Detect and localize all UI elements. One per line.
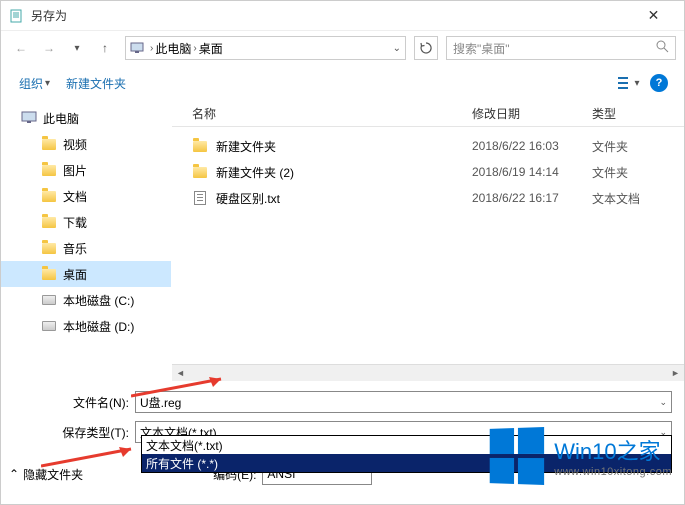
folder-icon xyxy=(41,266,57,282)
filename-label: 文件名(N): xyxy=(13,394,135,411)
sidebar-label: 文档 xyxy=(63,188,87,205)
scroll-right-icon[interactable]: ► xyxy=(667,365,684,382)
sidebar-label: 音乐 xyxy=(63,240,87,257)
folder-icon xyxy=(41,240,57,256)
folder-icon xyxy=(192,138,208,154)
search-placeholder: 搜索"桌面" xyxy=(453,40,510,57)
filetype-label: 保存类型(T): xyxy=(13,424,135,441)
file-name: 新建文件夹 (2) xyxy=(216,164,472,181)
sidebar-label: 图片 xyxy=(63,162,87,179)
sidebar-label: 此电脑 xyxy=(43,110,79,127)
folder-icon xyxy=(192,164,208,180)
address-bar[interactable]: › 此电脑 › 桌面 ⌄ xyxy=(125,36,406,60)
scroll-left-icon[interactable]: ◄ xyxy=(172,365,189,382)
view-options-button[interactable]: ▾ xyxy=(616,70,642,96)
sidebar-label: 本地磁盘 (C:) xyxy=(63,292,134,309)
refresh-button[interactable] xyxy=(414,36,438,60)
sidebar-label: 本地磁盘 (D:) xyxy=(63,318,134,335)
horizontal-scrollbar[interactable]: ◄ ► xyxy=(172,364,684,381)
file-type: 文件夹 xyxy=(592,138,628,155)
chevron-icon: ⌃ xyxy=(9,467,19,481)
column-date[interactable]: 修改日期 xyxy=(472,105,592,122)
column-type[interactable]: 类型 xyxy=(592,105,684,122)
disk-icon xyxy=(41,292,57,308)
search-icon xyxy=(656,40,669,56)
help-button[interactable]: ? xyxy=(646,70,672,96)
file-row[interactable]: 硬盘区别.txt 2018/6/22 16:17 文本文档 xyxy=(172,185,684,211)
new-folder-button[interactable]: 新建文件夹 xyxy=(60,71,132,96)
back-button[interactable]: ← xyxy=(9,36,33,60)
up-button[interactable]: ↑ xyxy=(93,36,117,60)
file-type: 文件夹 xyxy=(592,164,628,181)
sidebar-item-downloads[interactable]: 下载 xyxy=(1,209,171,235)
sidebar-label: 视频 xyxy=(63,136,87,153)
sidebar-item-music[interactable]: 音乐 xyxy=(1,235,171,261)
sidebar-item-pictures[interactable]: 图片 xyxy=(1,157,171,183)
folder-icon xyxy=(41,162,57,178)
hide-folders-toggle[interactable]: ⌃ 隐藏文件夹 xyxy=(9,466,83,483)
file-type: 文本文档 xyxy=(592,190,640,207)
file-row[interactable]: 新建文件夹 (2) 2018/6/19 14:14 文件夹 xyxy=(172,159,684,185)
history-dropdown[interactable]: ▾ xyxy=(65,36,89,60)
search-input[interactable]: 搜索"桌面" xyxy=(446,36,676,60)
sidebar-item-desktop[interactable]: 桌面 xyxy=(1,261,171,287)
sidebar-item-disk-d[interactable]: 本地磁盘 (D:) xyxy=(1,313,171,339)
filename-input[interactable]: U盘.reg ⌄ xyxy=(135,391,672,413)
folder-icon xyxy=(41,214,57,230)
chevron-down-icon: ▾ xyxy=(634,78,639,89)
folder-icon xyxy=(41,188,57,204)
close-button[interactable]: ✕ xyxy=(631,1,676,31)
file-date: 2018/6/19 14:14 xyxy=(472,165,592,179)
column-headers[interactable]: 名称 修改日期 类型 xyxy=(172,101,684,127)
sidebar-label: 下载 xyxy=(63,214,87,231)
pc-icon xyxy=(130,41,144,55)
chevron-down-icon[interactable]: ⌄ xyxy=(659,397,667,408)
disk-icon xyxy=(41,318,57,334)
address-dropdown[interactable]: ⌄ xyxy=(393,43,401,54)
window-title: 另存为 xyxy=(31,7,631,24)
organize-menu[interactable]: 组织 ▾ xyxy=(13,71,56,96)
sidebar-item-thispc[interactable]: 此电脑 xyxy=(1,105,171,131)
file-name: 硬盘区别.txt xyxy=(216,190,472,207)
breadcrumb-pc[interactable]: 此电脑 xyxy=(155,40,191,57)
file-name: 新建文件夹 xyxy=(216,138,472,155)
breadcrumb-desktop[interactable]: 桌面 xyxy=(199,40,223,57)
sidebar-item-documents[interactable]: 文档 xyxy=(1,183,171,209)
chevron-down-icon: ▾ xyxy=(45,78,50,89)
windows-logo-icon xyxy=(490,427,544,485)
help-icon: ? xyxy=(650,74,668,92)
sidebar-item-videos[interactable]: 视频 xyxy=(1,131,171,157)
file-list[interactable]: 新建文件夹 2018/6/22 16:03 文件夹 新建文件夹 (2) 2018… xyxy=(172,127,684,364)
sidebar-label: 桌面 xyxy=(63,266,87,283)
column-name[interactable]: 名称 xyxy=(192,105,472,122)
notepad-icon xyxy=(9,8,25,24)
watermark: Win10之家 www.win10xitong.com xyxy=(488,428,672,484)
folder-icon xyxy=(41,136,57,152)
text-file-icon xyxy=(192,190,208,206)
file-date: 2018/6/22 16:17 xyxy=(472,191,592,205)
folder-tree[interactable]: 此电脑 视频 图片 文档 下载 音乐 桌面 本地磁盘 (C:) xyxy=(1,101,171,381)
file-row[interactable]: 新建文件夹 2018/6/22 16:03 文件夹 xyxy=(172,133,684,159)
sidebar-item-disk-c[interactable]: 本地磁盘 (C:) xyxy=(1,287,171,313)
file-date: 2018/6/22 16:03 xyxy=(472,139,592,153)
pc-icon xyxy=(21,110,37,126)
forward-button: → xyxy=(37,36,61,60)
